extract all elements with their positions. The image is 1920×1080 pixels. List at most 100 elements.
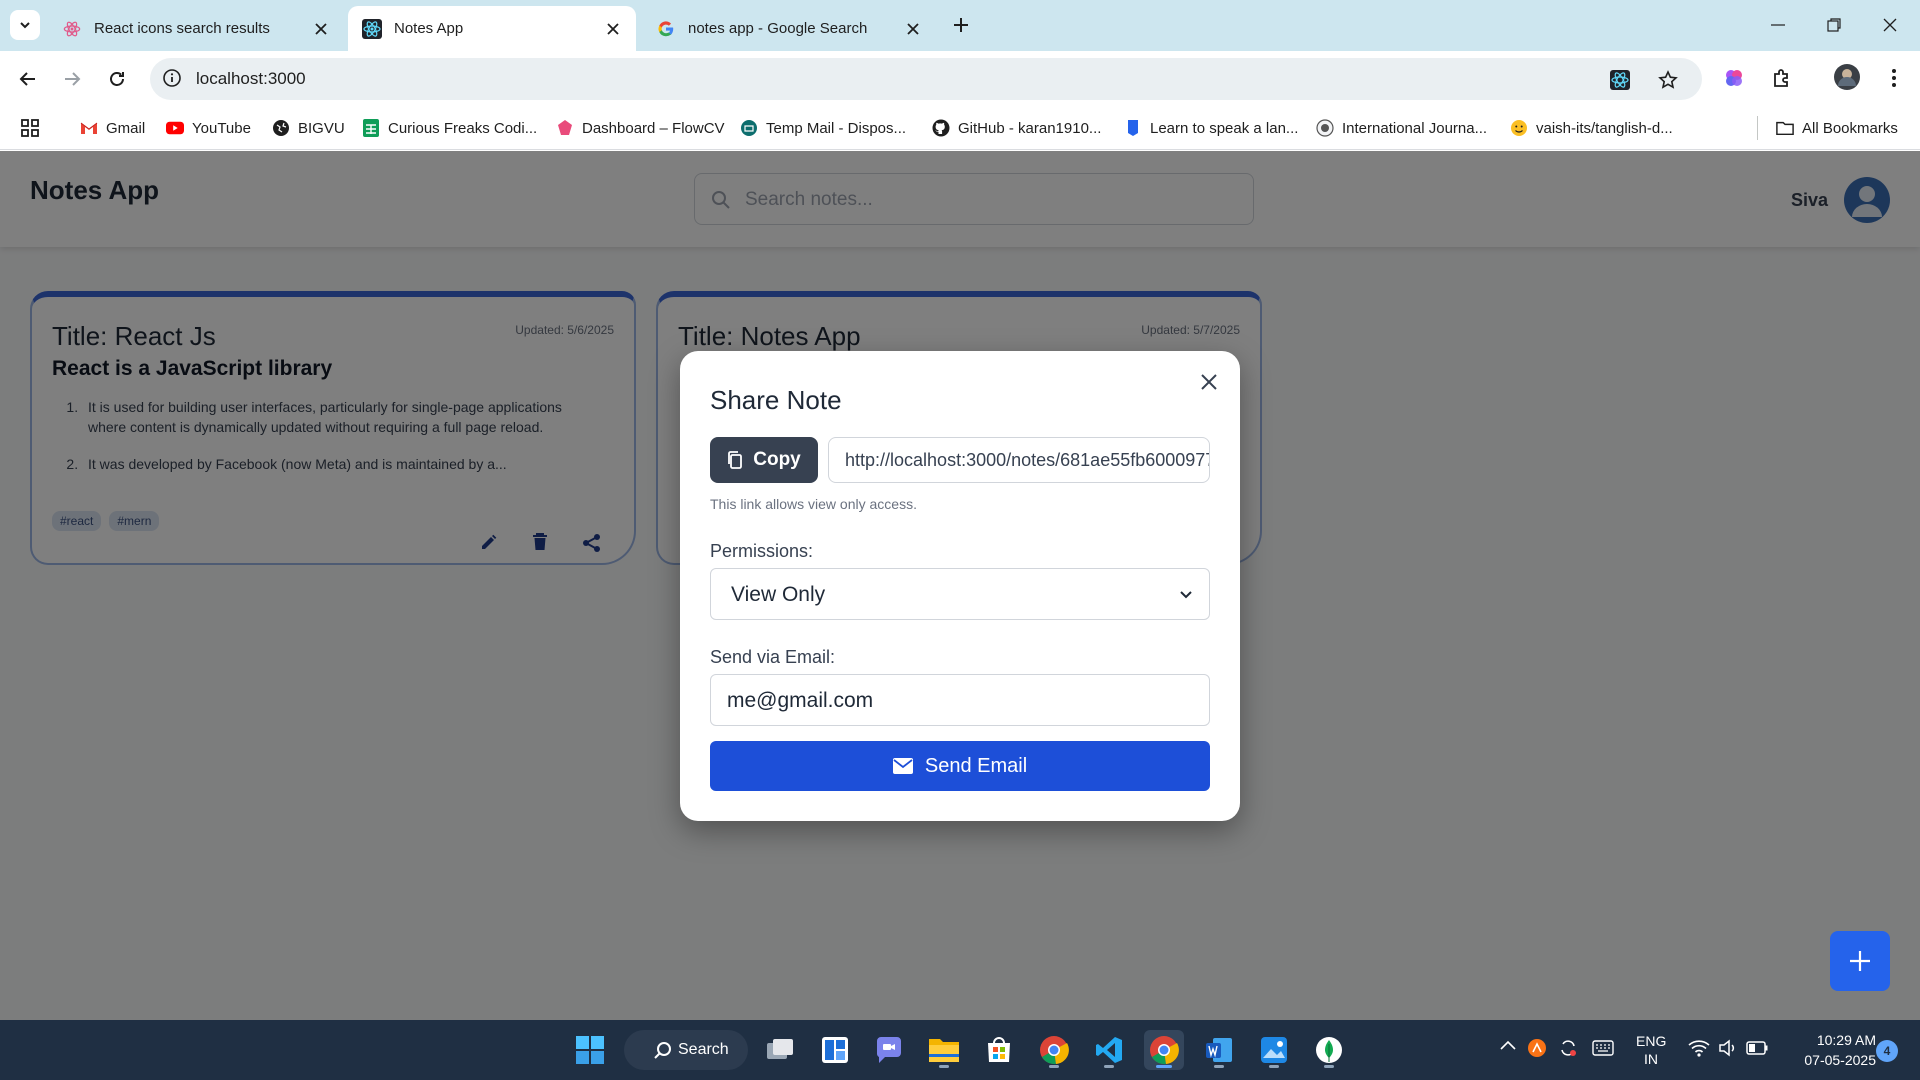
- teams-chat-icon[interactable]: [869, 1030, 909, 1070]
- emoji-icon: [1510, 119, 1528, 137]
- address-bar[interactable]: localhost:3000: [150, 58, 1702, 100]
- email-label: Send via Email:: [710, 647, 836, 667]
- tray-app-icon[interactable]: [1527, 1038, 1547, 1058]
- kebab-menu-icon[interactable]: [1882, 66, 1906, 90]
- reload-icon: [110, 72, 124, 86]
- start-button[interactable]: [570, 1030, 610, 1070]
- react-icon: [362, 18, 382, 39]
- youtube-icon: [166, 119, 184, 137]
- vscode-icon[interactable]: [1089, 1030, 1129, 1070]
- copy-link-button[interactable]: Copy: [710, 437, 818, 483]
- tab-title: React icons search results: [94, 20, 270, 37]
- envelope-icon: [892, 758, 913, 774]
- url-text: localhost:3000: [196, 69, 306, 88]
- bookmark-temp-mail[interactable]: Temp Mail - Dispos...: [740, 117, 906, 139]
- bookmark-gmail[interactable]: Gmail: [80, 117, 145, 139]
- notification-badge[interactable]: 4: [1876, 1040, 1898, 1062]
- site-info-icon[interactable]: [162, 68, 182, 88]
- back-button[interactable]: [12, 63, 44, 95]
- folder-icon: [1776, 119, 1794, 137]
- browser-toolbar: localhost:3000: [0, 51, 1920, 106]
- close-tab-icon[interactable]: [602, 18, 624, 40]
- close-tab-icon[interactable]: [902, 18, 924, 40]
- tab-title: notes app - Google Search: [688, 20, 868, 37]
- bookmark-bigvu[interactable]: BIGVU: [272, 117, 345, 139]
- word-icon[interactable]: [1199, 1030, 1239, 1070]
- tempmail-icon: [740, 119, 758, 137]
- file-explorer-icon[interactable]: [924, 1030, 964, 1070]
- bookmark-learn-language[interactable]: Learn to speak a lan...: [1124, 117, 1298, 139]
- volume-icon[interactable]: [1718, 1039, 1738, 1057]
- permissions-label: Permissions:: [710, 541, 814, 561]
- add-note-button[interactable]: [1830, 931, 1890, 991]
- microsoft-store-icon[interactable]: [979, 1030, 1019, 1070]
- permissions-select[interactable]: View Only: [710, 568, 1210, 620]
- share-link-field[interactable]: http://localhost:3000/notes/681ae55fb600…: [828, 437, 1210, 483]
- arrow-right-icon: [65, 72, 81, 86]
- taskbar-search[interactable]: Search: [624, 1030, 748, 1070]
- gmail-icon: [80, 119, 98, 137]
- plus-icon: [954, 18, 968, 32]
- browser-tab-strip: React icons search results Notes App not…: [0, 0, 1920, 51]
- system-clock[interactable]: 10:29 AM 07-05-2025: [1770, 1030, 1876, 1070]
- mongodb-compass-icon[interactable]: [1309, 1030, 1349, 1070]
- browser-tab-notes-app[interactable]: Notes App: [348, 6, 636, 51]
- show-hidden-icons-chevron-icon[interactable]: [1500, 1040, 1516, 1050]
- bookmark-app-icon: [1124, 119, 1142, 137]
- all-bookmarks-button[interactable]: All Bookmarks: [1776, 117, 1898, 139]
- task-view-icon[interactable]: [760, 1030, 800, 1070]
- bookmarks-bar: Gmail YouTube BIGVU Curious Freaks Codi.…: [0, 106, 1920, 150]
- widgets-icon[interactable]: [815, 1030, 855, 1070]
- close-modal-button[interactable]: [1194, 367, 1224, 397]
- react-devtools-icon[interactable]: [1608, 68, 1632, 92]
- chrome-active-icon[interactable]: [1144, 1030, 1184, 1070]
- plus-icon: [1850, 951, 1870, 971]
- bookmark-curious-freaks[interactable]: Curious Freaks Codi...: [362, 117, 537, 139]
- chevron-down-icon: [1179, 587, 1193, 601]
- bookmark-tanglish[interactable]: vaish-its/tanglish-d...: [1510, 117, 1673, 139]
- restore-icon: [1827, 18, 1841, 32]
- globe-icon: [272, 119, 290, 137]
- photos-icon[interactable]: [1254, 1030, 1294, 1070]
- browser-tab-google-search[interactable]: notes app - Google Search: [642, 6, 936, 51]
- minimize-icon: [1771, 24, 1785, 26]
- bookmark-github[interactable]: GitHub - karan1910...: [932, 117, 1101, 139]
- send-email-button[interactable]: Send Email: [710, 741, 1210, 791]
- google-icon: [656, 19, 676, 39]
- chevron-down-icon: [20, 22, 30, 29]
- chrome-icon[interactable]: [1034, 1030, 1074, 1070]
- battery-icon[interactable]: [1746, 1041, 1768, 1055]
- bookmark-flowcv[interactable]: Dashboard – FlowCV: [556, 117, 725, 139]
- extension-app-icon[interactable]: [1722, 66, 1746, 90]
- bookmark-international-journal[interactable]: International Journa...: [1316, 117, 1487, 139]
- windows-taskbar: Search ENG IN 10:29 AM 07-05-2025 4: [0, 1020, 1920, 1080]
- bookmark-star-icon[interactable]: [1656, 68, 1680, 92]
- restore-button[interactable]: [1806, 10, 1862, 40]
- minimize-button[interactable]: [1750, 10, 1806, 40]
- apps-grid-button[interactable]: [20, 117, 40, 139]
- arrow-left-icon: [19, 72, 35, 86]
- journal-icon: [1316, 119, 1334, 137]
- extensions-puzzle-icon[interactable]: [1770, 66, 1794, 90]
- reload-button[interactable]: [101, 63, 133, 95]
- windows-logo-icon: [576, 1036, 604, 1064]
- new-tab-button[interactable]: [946, 12, 976, 38]
- tab-title: Notes App: [394, 20, 464, 37]
- close-window-button[interactable]: [1862, 10, 1918, 40]
- close-tab-icon[interactable]: [310, 18, 332, 40]
- wifi-icon[interactable]: [1688, 1039, 1710, 1057]
- react-icon: [62, 19, 82, 39]
- bookmark-youtube[interactable]: YouTube: [166, 117, 251, 139]
- profile-avatar-icon[interactable]: [1834, 64, 1860, 90]
- keyboard-icon[interactable]: [1592, 1040, 1614, 1056]
- tab-search-button[interactable]: [10, 10, 40, 40]
- sync-icon[interactable]: [1558, 1038, 1578, 1058]
- email-field[interactable]: me@gmail.com: [710, 674, 1210, 726]
- browser-tab-react-icons[interactable]: React icons search results: [48, 6, 344, 51]
- language-indicator[interactable]: ENG IN: [1636, 1032, 1666, 1068]
- share-note-modal: Share Note Copy http://localhost:3000/no…: [680, 351, 1240, 821]
- access-note: This link allows view only access.: [710, 496, 917, 512]
- close-icon: [1201, 374, 1217, 390]
- forward-button[interactable]: [56, 63, 88, 95]
- modal-title: Share Note: [710, 385, 842, 415]
